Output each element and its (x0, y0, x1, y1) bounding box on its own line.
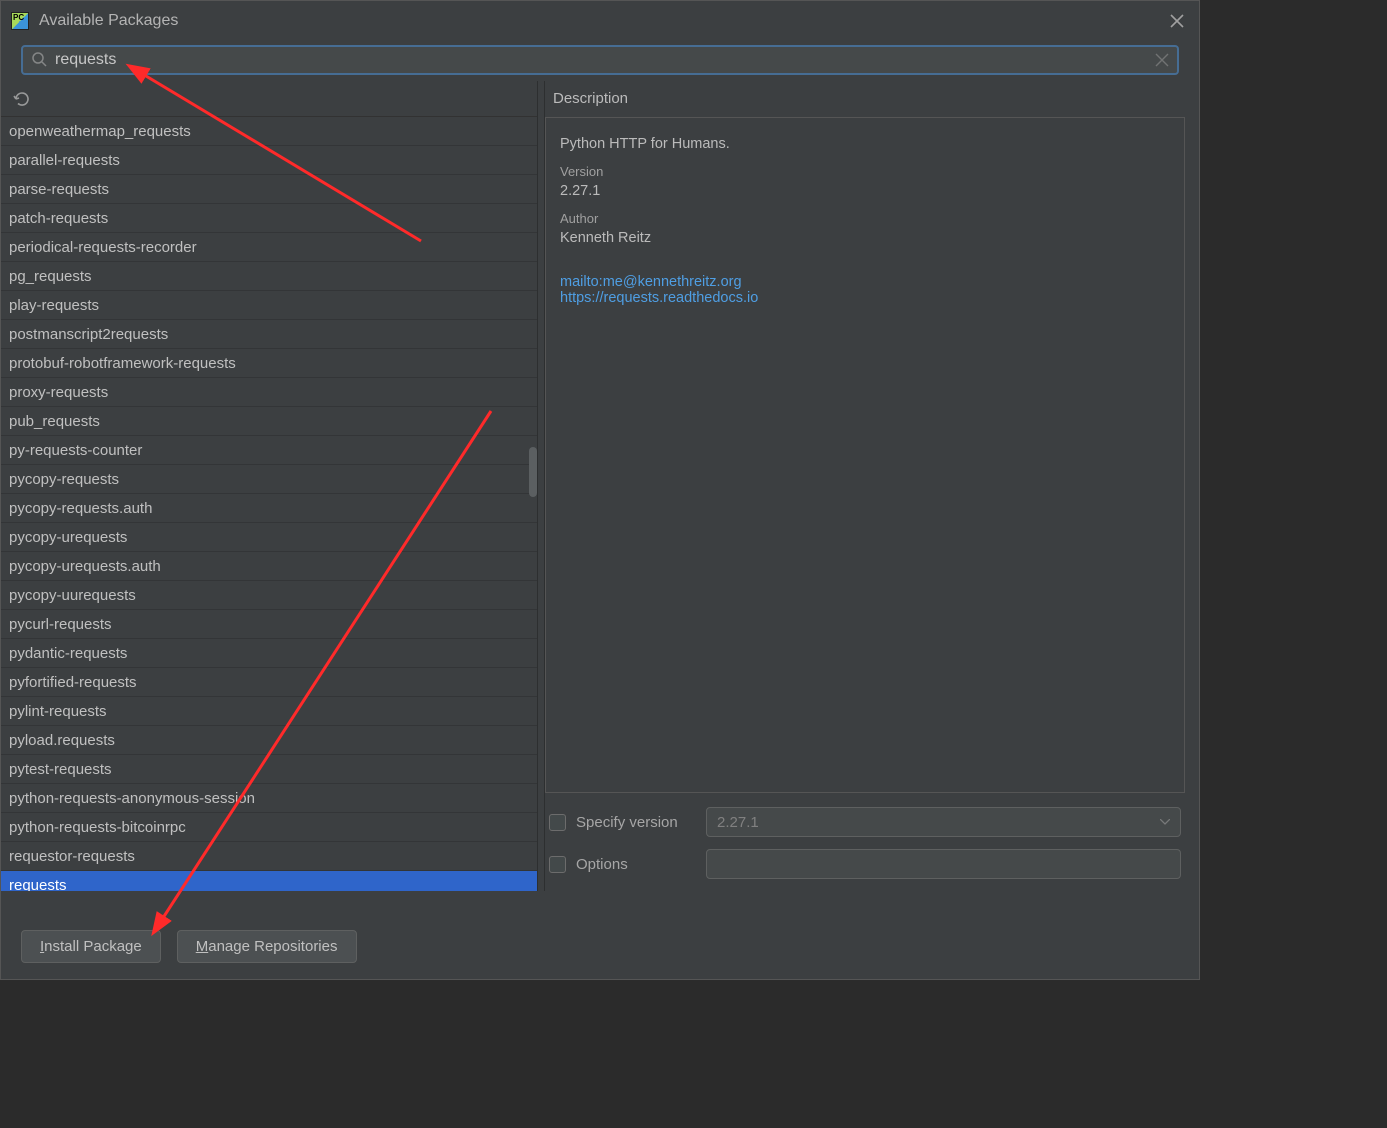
specify-version-label: Specify version (576, 814, 706, 831)
install-package-button[interactable]: Install Package (21, 930, 161, 963)
refresh-icon[interactable] (13, 90, 31, 108)
package-list-item[interactable]: parse-requests (1, 175, 537, 204)
pycharm-icon (11, 12, 29, 30)
toolbar-row (1, 81, 537, 117)
package-list[interactable]: openweathermap_requestsparallel-requests… (1, 117, 537, 891)
package-list-item[interactable]: pycurl-requests (1, 610, 537, 639)
version-label: Version (560, 164, 1170, 179)
close-button[interactable] (1165, 9, 1189, 33)
search-field-wrapper (21, 45, 1179, 75)
footer: Install Package Manage Repositories (21, 930, 357, 963)
package-list-item[interactable]: pylint-requests (1, 697, 537, 726)
package-list-item[interactable]: play-requests (1, 291, 537, 320)
options-input[interactable] (706, 849, 1181, 879)
package-list-item[interactable]: protobuf-robotframework-requests (1, 349, 537, 378)
chevron-down-icon (1160, 819, 1170, 825)
author-email-link[interactable]: mailto:me@kennethreitz.org (560, 274, 1170, 290)
close-icon (1170, 14, 1184, 28)
available-packages-dialog: Available Packages openweathermap_reques… (0, 0, 1200, 980)
specify-version-checkbox[interactable] (549, 814, 566, 831)
package-list-item[interactable]: pycopy-uurequests (1, 581, 537, 610)
package-list-item[interactable]: openweathermap_requests (1, 117, 537, 146)
window-title: Available Packages (39, 12, 178, 30)
specify-version-value: 2.27.1 (717, 814, 759, 831)
package-list-item[interactable]: pyfortified-requests (1, 668, 537, 697)
author-value: Kenneth Reitz (560, 230, 1170, 246)
package-list-item[interactable]: pycopy-urequests.auth (1, 552, 537, 581)
package-list-item[interactable]: pg_requests (1, 262, 537, 291)
body: openweathermap_requestsparallel-requests… (1, 81, 1199, 891)
package-list-item[interactable]: pycopy-urequests (1, 523, 537, 552)
package-list-item[interactable]: pydantic-requests (1, 639, 537, 668)
package-list-item[interactable]: pycopy-requests.auth (1, 494, 537, 523)
panel-divider[interactable] (537, 81, 545, 891)
package-list-item[interactable]: python-requests-anonymous-session (1, 784, 537, 813)
specify-version-combo[interactable]: 2.27.1 (706, 807, 1181, 837)
version-value: 2.27.1 (560, 183, 1170, 199)
clear-search-icon[interactable] (1155, 53, 1169, 67)
search-row (1, 41, 1199, 81)
package-panel: openweathermap_requestsparallel-requests… (1, 81, 537, 891)
install-options: Specify version 2.27.1 Options (545, 793, 1185, 891)
package-summary: Python HTTP for Humans. (560, 136, 1170, 152)
detail-panel: Description Python HTTP for Humans. Vers… (545, 81, 1199, 891)
titlebar: Available Packages (1, 1, 1199, 41)
description-header: Description (545, 81, 1185, 117)
options-checkbox[interactable] (549, 856, 566, 873)
search-icon (31, 51, 49, 69)
package-list-item[interactable]: patch-requests (1, 204, 537, 233)
package-list-item[interactable]: pyload.requests (1, 726, 537, 755)
package-list-item[interactable]: pub_requests (1, 407, 537, 436)
package-list-item[interactable]: pycopy-requests (1, 465, 537, 494)
package-list-item[interactable]: requestor-requests (1, 842, 537, 871)
search-input[interactable] (55, 51, 1155, 69)
package-list-item[interactable]: parallel-requests (1, 146, 537, 175)
manage-repositories-button[interactable]: Manage Repositories (177, 930, 357, 963)
description-box: Python HTTP for Humans. Version 2.27.1 A… (545, 117, 1185, 793)
package-list-item[interactable]: postmanscript2requests (1, 320, 537, 349)
scrollbar-thumb[interactable] (529, 447, 537, 497)
options-label: Options (576, 856, 706, 873)
package-list-item[interactable]: python-requests-bitcoinrpc (1, 813, 537, 842)
package-list-item[interactable]: py-requests-counter (1, 436, 537, 465)
homepage-link[interactable]: https://requests.readthedocs.io (560, 290, 1170, 306)
package-list-item[interactable]: periodical-requests-recorder (1, 233, 537, 262)
package-list-item[interactable]: requests (1, 871, 537, 891)
package-list-item[interactable]: pytest-requests (1, 755, 537, 784)
package-list-item[interactable]: proxy-requests (1, 378, 537, 407)
author-label: Author (560, 211, 1170, 226)
